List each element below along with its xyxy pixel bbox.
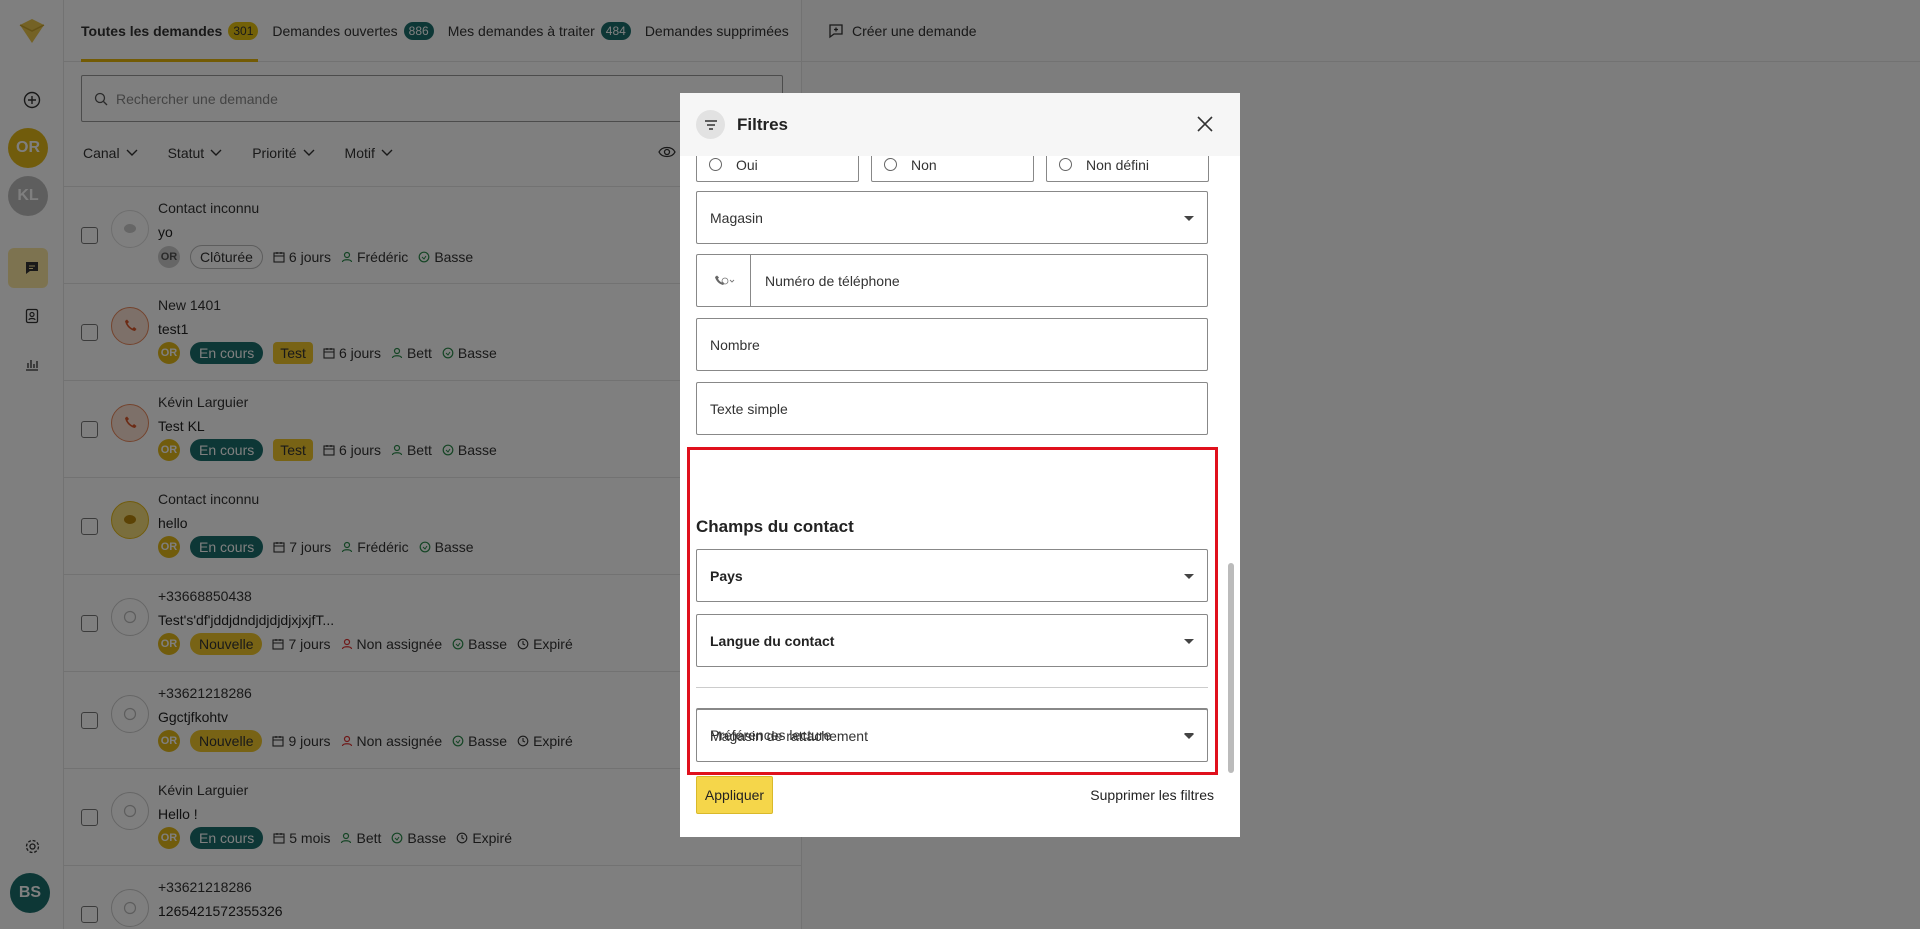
phone-country-icon[interactable] (697, 255, 751, 306)
radio-label: Non (911, 156, 937, 173)
store-select[interactable]: Magasin (696, 191, 1208, 244)
field-label: Numéro de téléphone (765, 272, 900, 289)
modal-header: Filtres (680, 93, 1240, 156)
modal-title: Filtres (737, 114, 789, 134)
filter-icon (696, 110, 725, 139)
radio-circle (884, 158, 897, 171)
field-label: Magasin (710, 209, 763, 226)
field-label: Texte simple (710, 400, 788, 417)
filters-modal: Filtres Oui Non Non défini Magasin Numér… (680, 93, 1240, 837)
radio-label: Oui (736, 156, 758, 173)
modal-footer: Appliquer Supprimer les filtres (680, 776, 1240, 837)
scrollbar[interactable] (1228, 563, 1234, 773)
apply-button[interactable]: Appliquer (696, 776, 773, 814)
radio-circle (709, 158, 722, 171)
highlight-box (687, 447, 1218, 775)
radio-oui[interactable]: Oui (696, 156, 859, 182)
close-icon[interactable] (1194, 113, 1216, 135)
phone-field[interactable]: Numéro de téléphone (696, 254, 1208, 307)
radio-circle (1059, 158, 1072, 171)
number-field[interactable]: Nombre (696, 318, 1208, 371)
field-label: Nombre (710, 336, 760, 353)
simple-text-field[interactable]: Texte simple (696, 382, 1208, 435)
radio-non[interactable]: Non (871, 156, 1034, 182)
clear-filters-button[interactable]: Supprimer les filtres (1090, 787, 1214, 803)
caret-down-icon (1184, 216, 1194, 221)
radio-non-defini[interactable]: Non défini (1046, 156, 1209, 182)
radio-label: Non défini (1086, 156, 1150, 173)
